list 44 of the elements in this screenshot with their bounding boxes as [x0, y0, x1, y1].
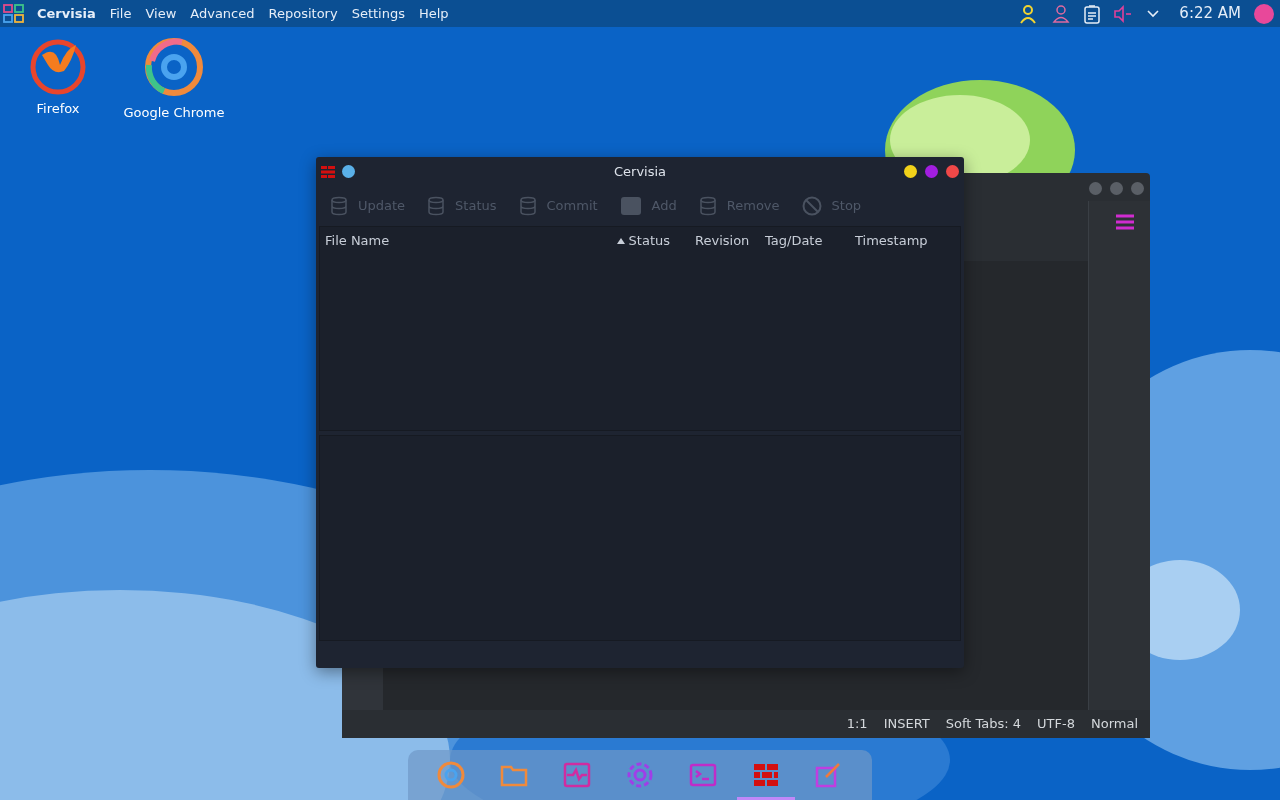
status-item: Soft Tabs: 4 — [945, 715, 1022, 734]
column-header[interactable]: File Name — [320, 231, 590, 251]
status-item: INSERT — [883, 715, 930, 734]
menu-item[interactable]: Help — [419, 3, 449, 24]
database-icon — [427, 196, 446, 216]
column-header[interactable]: Timestamp — [850, 231, 958, 251]
avatar-icon[interactable] — [1254, 3, 1274, 24]
minimize-button[interactable] — [904, 165, 917, 178]
database-icon — [330, 196, 348, 216]
app-name: Cervisia — [37, 4, 96, 23]
box-icon — [619, 195, 642, 217]
clipboard-icon[interactable] — [1084, 3, 1101, 24]
column-header[interactable]: Status — [590, 231, 690, 251]
sort-up-icon — [616, 238, 625, 244]
speaker-muted-icon[interactable] — [1113, 3, 1134, 24]
window-control-button[interactable] — [1131, 181, 1144, 195]
desktop-icon-label[interactable]: Firefox — [36, 99, 80, 119]
chrome-icon — [142, 35, 206, 99]
status-item: 1:1 — [846, 715, 868, 734]
menu-icon[interactable] — [1114, 213, 1136, 231]
menu-item[interactable]: Repository — [268, 3, 338, 24]
database-icon — [698, 196, 717, 216]
status-item: UTF-8 — [1037, 715, 1075, 734]
user-icon[interactable] — [1051, 3, 1072, 24]
close-button[interactable] — [946, 165, 959, 178]
user-icon[interactable] — [1018, 3, 1039, 24]
window-title: Cervisia — [613, 162, 667, 181]
bricks-icon — [321, 164, 335, 179]
app-grid-icon[interactable] — [3, 3, 25, 24]
menu-item[interactable]: Advanced — [190, 3, 255, 24]
window-control-button[interactable] — [1089, 181, 1102, 195]
menu-item[interactable]: View — [145, 3, 177, 24]
pin-button[interactable] — [342, 165, 355, 178]
status-item: Normal — [1090, 715, 1138, 734]
window-control-button[interactable] — [1110, 181, 1123, 195]
database-icon — [518, 196, 537, 216]
clock[interactable]: 6:22 AM — [1179, 2, 1241, 25]
maximize-button[interactable] — [925, 165, 938, 178]
desktop-icon-label[interactable]: Google Chrome — [123, 103, 225, 123]
column-header[interactable]: Revision — [690, 231, 760, 251]
menu-item[interactable]: File — [109, 3, 132, 24]
column-header[interactable]: Tag/Date — [760, 231, 850, 251]
menu-item[interactable]: Settings — [351, 3, 405, 24]
stop-icon — [801, 196, 822, 216]
